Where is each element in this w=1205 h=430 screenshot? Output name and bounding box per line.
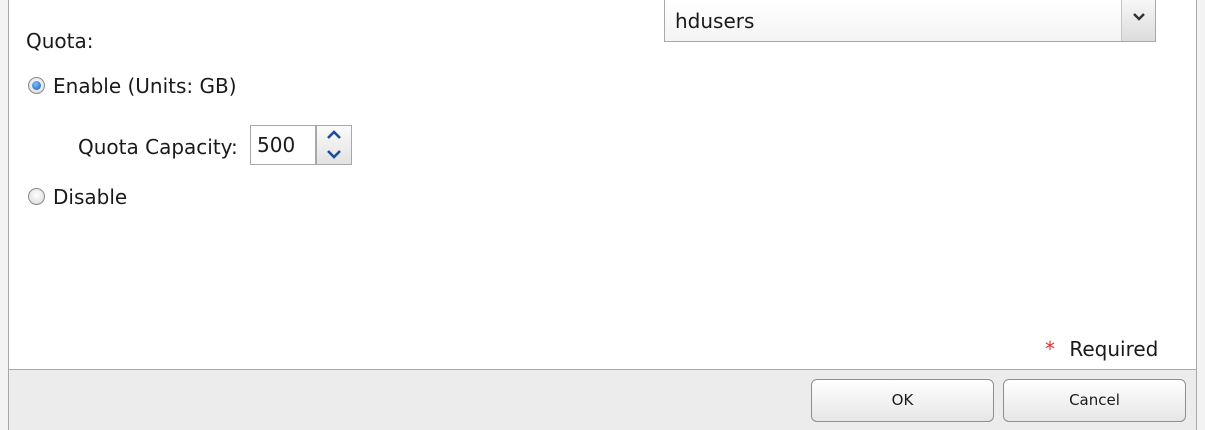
stepper-up-button[interactable] xyxy=(317,126,351,145)
required-note: * Required xyxy=(1045,337,1158,361)
chevron-up-icon xyxy=(327,130,341,139)
group-select[interactable]: hdusers xyxy=(664,0,1156,42)
required-star: * xyxy=(1045,337,1055,361)
dialog: hdusers Quota: Enable (Units: GB) Quota … xyxy=(0,0,1205,430)
stepper-down-button[interactable] xyxy=(317,145,351,164)
quota-capacity-stepper[interactable] xyxy=(316,125,352,165)
quota-enable-radio[interactable] xyxy=(28,77,45,94)
ok-button[interactable]: OK xyxy=(811,379,994,422)
group-select-arrow-button[interactable] xyxy=(1121,0,1155,41)
quota-capacity-label: Quota Capacity: xyxy=(78,135,238,159)
cancel-button[interactable]: Cancel xyxy=(1003,379,1186,422)
dialog-right-edge xyxy=(1197,0,1205,430)
required-label: Required xyxy=(1069,337,1159,361)
group-select-value: hdusers xyxy=(675,9,755,33)
chevron-down-icon xyxy=(1133,13,1145,21)
dialog-content xyxy=(8,0,1197,370)
quota-disable-radio[interactable] xyxy=(28,188,45,205)
quota-disable-label[interactable]: Disable xyxy=(53,185,127,209)
quota-capacity-input[interactable] xyxy=(250,125,316,165)
quota-enable-label[interactable]: Enable (Units: GB) xyxy=(53,74,237,98)
quota-label: Quota: xyxy=(26,29,94,53)
chevron-down-icon xyxy=(327,150,341,159)
dialog-left-edge xyxy=(0,0,8,430)
